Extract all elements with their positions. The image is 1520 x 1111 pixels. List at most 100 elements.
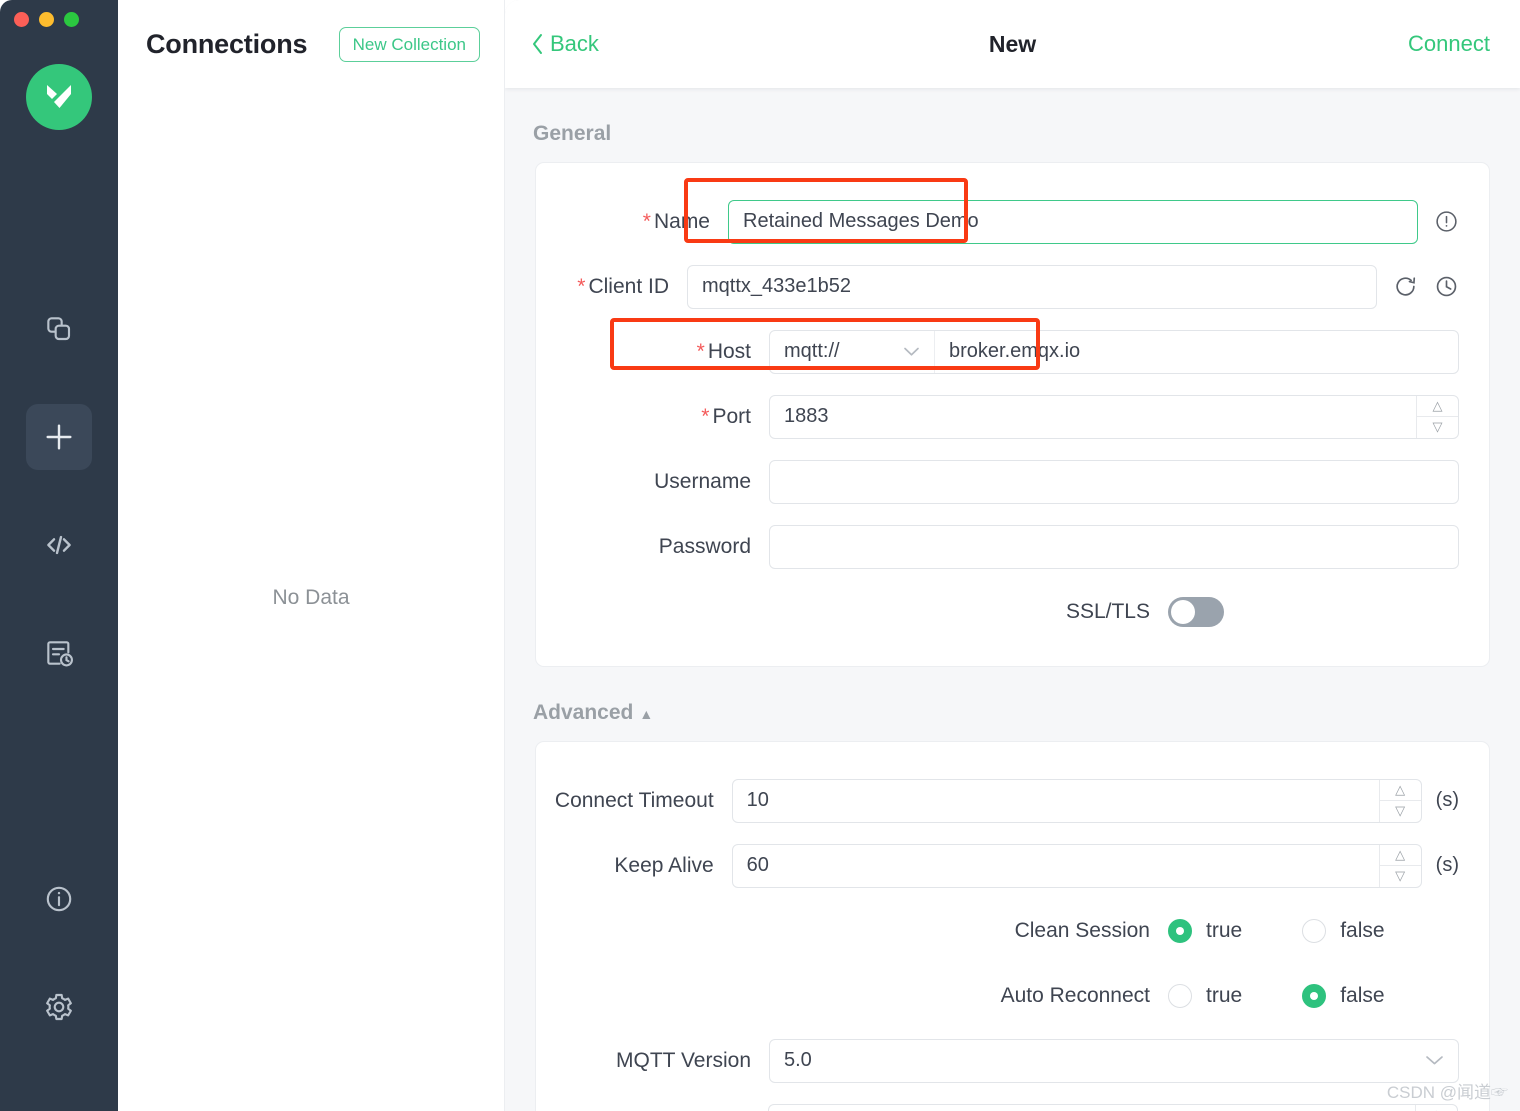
radio-indicator [1168,919,1192,943]
password-label: Password [536,535,769,559]
connections-panel: Connections New Collection No Data [118,0,505,1111]
auto-reconnect-true-option[interactable]: true [1168,984,1242,1008]
auto-reconnect-false-option[interactable]: false [1302,984,1384,1008]
password-row: Password [536,514,1489,579]
sidebar-item-about[interactable] [26,866,92,932]
page-title: Connections [146,29,307,60]
close-window-button[interactable] [14,12,29,27]
radio-indicator [1168,984,1192,1008]
clean-session-row: Clean Session true false [536,898,1489,963]
chevron-left-icon [531,33,544,55]
back-label: Back [550,31,599,57]
port-stepper[interactable]: △ ▽ [1416,396,1458,438]
port-input[interactable]: 1883 △ ▽ [769,395,1459,439]
username-label: Username [536,470,769,494]
chevron-down-icon [903,344,920,360]
advanced-card: Connect Timeout 10 △ ▽ (s) [535,741,1490,1111]
form-header: Back New Connect [505,0,1520,88]
client-id-row: *Client ID mqttx_433e1b52 [536,254,1489,319]
left-rail [0,0,118,1111]
username-row: Username [536,449,1489,514]
stepper-up-icon[interactable]: △ [1380,780,1421,802]
name-label: *Name [536,210,728,234]
connect-button[interactable]: Connect [1408,31,1490,57]
zoom-window-button[interactable] [64,12,79,27]
connect-timeout-value: 10 [747,789,769,812]
client-id-input[interactable]: mqttx_433e1b52 [687,265,1377,309]
stepper-down-icon[interactable]: ▽ [1380,801,1421,822]
port-label: *Port [536,405,769,429]
keep-alive-stepper[interactable]: △ ▽ [1379,845,1421,887]
clean-session-true-option[interactable]: true [1168,919,1242,943]
connect-timeout-input[interactable]: 10 △ ▽ [732,779,1422,823]
required-marker: * [643,210,651,233]
refresh-icon[interactable] [1393,274,1418,299]
client-id-value: mqttx_433e1b52 [702,275,851,298]
sidebar-item-new-connection[interactable] [26,404,92,470]
sidebar-item-settings[interactable] [26,974,92,1040]
connect-timeout-unit: (s) [1436,789,1459,812]
required-marker: * [697,340,705,363]
sidebar-item-connections[interactable] [26,296,92,362]
host-protocol-value: mqtt:// [784,340,840,363]
stepper-up-icon[interactable]: △ [1417,396,1458,418]
connect-timeout-stepper[interactable]: △ ▽ [1379,780,1421,822]
general-section-title: General [505,88,1520,162]
advanced-section-title[interactable]: Advanced▲ [505,667,1520,741]
required-marker: * [577,275,585,298]
client-id-label: *Client ID [536,275,687,299]
name-value: Retained Messages Demo [743,210,979,233]
session-expiry-interval-row: Session Expiry Interval △ ▽ (s) [536,1093,1489,1111]
ssl-tls-row: SSL/TLS [536,579,1489,644]
sidebar-item-script[interactable] [26,512,92,578]
keep-alive-value: 60 [747,854,769,877]
mqttx-window: Connections New Collection No Data Back … [0,0,1520,1111]
mqtt-version-row: MQTT Version 5.0 [536,1028,1489,1093]
connect-timeout-row: Connect Timeout 10 △ ▽ (s) [536,768,1489,833]
traffic-lights [14,12,79,27]
mqtt-version-select[interactable]: 5.0 [769,1039,1459,1083]
mqtt-version-value: 5.0 [784,1049,812,1072]
session-expiry-interval-stepper[interactable]: △ ▽ [1415,1105,1457,1111]
general-card: *Name Retained Messages Demo [535,162,1490,667]
session-expiry-interval-input[interactable]: △ ▽ [768,1104,1458,1111]
mqtt-version-label: MQTT Version [536,1049,769,1073]
back-button[interactable]: Back [531,31,599,57]
form-title: New [505,31,1520,58]
stepper-up-icon[interactable]: △ [1380,845,1421,867]
chevron-down-icon [1415,1053,1444,1069]
auto-reconnect-row: Auto Reconnect true false [536,963,1489,1028]
radio-indicator [1302,919,1326,943]
form-scroll-area[interactable]: General *Name Retained Messages Demo [505,88,1520,1111]
ssl-tls-label: SSL/TLS [536,600,1168,624]
keep-alive-row: Keep Alive 60 △ ▽ (s) [536,833,1489,898]
mqttx-logo [26,64,92,130]
watermark: CSDN @闻道☞ [1387,1078,1508,1103]
stepper-up-icon[interactable]: △ [1416,1105,1457,1111]
history-clock-icon[interactable] [1434,274,1459,299]
port-row: *Port 1883 △ ▽ [536,384,1489,449]
stepper-down-icon[interactable]: ▽ [1380,866,1421,887]
connections-header: Connections New Collection [118,0,504,88]
host-protocol-select[interactable]: mqtt:// [770,331,935,373]
host-label: *Host [536,340,769,364]
keep-alive-unit: (s) [1436,854,1459,877]
collapse-caret-icon[interactable]: ▲ [639,706,653,722]
name-input[interactable]: Retained Messages Demo [728,200,1418,244]
name-row: *Name Retained Messages Demo [536,189,1489,254]
clean-session-label: Clean Session [536,919,1168,943]
keep-alive-label: Keep Alive [536,854,732,878]
keep-alive-input[interactable]: 60 △ ▽ [732,844,1422,888]
host-address-value: broker.emqx.io [949,340,1080,362]
auto-reconnect-label: Auto Reconnect [536,984,1168,1008]
stepper-down-icon[interactable]: ▽ [1417,417,1458,438]
host-address-input[interactable]: broker.emqx.io [935,340,1094,363]
password-input[interactable] [769,525,1459,569]
minimize-window-button[interactable] [39,12,54,27]
sidebar-item-log[interactable] [26,620,92,686]
clean-session-false-option[interactable]: false [1302,919,1384,943]
ssl-tls-toggle[interactable] [1168,597,1224,627]
username-input[interactable] [769,460,1459,504]
new-collection-button[interactable]: New Collection [339,27,480,62]
name-info-icon[interactable] [1434,209,1459,234]
